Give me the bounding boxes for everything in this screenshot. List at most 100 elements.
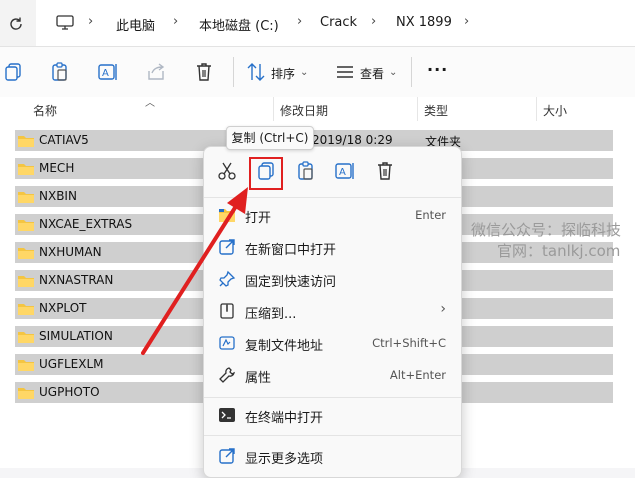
column-size[interactable]: 大小	[543, 102, 567, 119]
menu-item-label: 在新窗口中打开	[245, 243, 337, 258]
column-date[interactable]: 修改日期	[280, 102, 328, 119]
menu-item-shortcut: Ctrl+Shift+C	[372, 336, 446, 350]
file-date: 2019/18 0:29	[312, 133, 393, 147]
file-name: NXNASTRAN	[39, 273, 114, 287]
address-bar: › 此电脑 › 本地磁盘 (C:) › Crack › NX 1899 ›	[0, 0, 635, 46]
wrench-icon	[219, 367, 235, 383]
menu-item-label: 显示更多选项	[245, 452, 324, 467]
menu-item-compress[interactable]: 压缩到... ›	[210, 296, 454, 326]
menu-separator	[204, 197, 461, 198]
column-name[interactable]: 名称	[33, 102, 57, 119]
folder-icon	[18, 360, 34, 371]
watermark-website: 官网：tanlkj.com	[497, 242, 621, 260]
column-type[interactable]: 类型	[424, 102, 448, 119]
cut-icon[interactable]	[216, 160, 238, 182]
more-options-icon	[219, 448, 235, 464]
zip-icon	[220, 303, 234, 319]
svg-text:A: A	[102, 68, 109, 79]
menu-item-open-new-window[interactable]: 在新窗口中打开	[210, 232, 454, 262]
column-header: 名称 ︿ 修改日期 类型 大小	[0, 97, 635, 121]
chevron-down-icon[interactable]: ⌄	[389, 67, 397, 78]
folder-icon	[18, 164, 34, 175]
menu-item-shortcut: Alt+Enter	[389, 368, 446, 382]
breadcrumb-this-pc[interactable]: 此电脑	[116, 15, 155, 34]
menu-item-label: 复制文件地址	[245, 339, 324, 354]
copy-path-icon	[219, 336, 235, 350]
menu-item-shortcut: Enter	[415, 208, 446, 222]
rename-icon[interactable]: A	[334, 160, 356, 182]
rename-icon[interactable]: A	[97, 61, 119, 83]
folder-icon	[18, 388, 34, 399]
sort-button[interactable]: 排序	[271, 65, 295, 82]
breadcrumb-nx1899[interactable]: NX 1899	[396, 15, 452, 30]
file-name: UGFLEXLM	[39, 357, 104, 371]
menu-item-properties[interactable]: 属性 Alt+Enter	[210, 360, 454, 390]
folder-icon	[18, 332, 34, 343]
view-icon[interactable]	[334, 61, 356, 83]
column-divider[interactable]	[417, 97, 418, 121]
view-button[interactable]: 查看	[360, 65, 384, 82]
breadcrumb-separator[interactable]: ›	[371, 14, 376, 29]
copy-highlight-box	[249, 157, 283, 190]
file-name: SIMULATION	[39, 329, 113, 343]
context-menu: A 打开 Enter 在新窗口中打开 固定到快速访问 压缩到... › 复制文件…	[203, 146, 462, 478]
paste-icon[interactable]	[295, 160, 317, 182]
breadcrumb-separator[interactable]: ›	[173, 14, 178, 29]
column-divider[interactable]	[536, 97, 537, 121]
toolbar-divider	[233, 57, 234, 87]
folder-icon	[18, 220, 34, 231]
folder-icon	[18, 192, 34, 203]
delete-icon[interactable]	[374, 160, 396, 182]
file-name: CATIAV5	[39, 133, 89, 147]
copy-tooltip: 复制 (Ctrl+C)	[226, 126, 314, 150]
file-name: NXHUMAN	[39, 245, 102, 259]
menu-item-pin-quick-access[interactable]: 固定到快速访问	[210, 264, 454, 294]
menu-item-show-more-options[interactable]: 显示更多选项	[210, 441, 454, 471]
folder-icon	[18, 304, 34, 315]
breadcrumb-crack[interactable]: Crack	[320, 15, 357, 30]
menu-item-open[interactable]: 打开 Enter	[210, 200, 454, 230]
menu-item-label: 打开	[245, 211, 272, 226]
file-name: NXPLOT	[39, 301, 87, 315]
column-divider[interactable]	[273, 97, 274, 121]
pin-icon	[219, 270, 236, 287]
folder-icon	[18, 248, 34, 259]
folder-icon	[18, 136, 34, 147]
breadcrumb-separator[interactable]: ›	[464, 14, 469, 29]
menu-separator	[204, 397, 461, 398]
paste-icon[interactable]	[49, 61, 71, 83]
sort-icon[interactable]	[245, 61, 267, 83]
watermark-wechat: 微信公众号：探临科技	[471, 221, 622, 239]
breadcrumb[interactable]: › 此电脑 › 本地磁盘 (C:) › Crack › NX 1899 ›	[36, 0, 635, 46]
folder-open-icon	[219, 209, 235, 222]
share-icon[interactable]	[145, 61, 167, 83]
terminal-icon	[219, 408, 235, 422]
chevron-right-icon: ›	[440, 301, 446, 317]
svg-text:A: A	[339, 167, 346, 178]
file-name: NXCAE_EXTRAS	[39, 217, 133, 231]
menu-item-open-terminal[interactable]: 在终端中打开	[210, 400, 454, 430]
menu-item-label: 压缩到...	[245, 307, 297, 322]
file-name: MECH	[39, 161, 75, 175]
breadcrumb-local-disk[interactable]: 本地磁盘 (C:)	[199, 15, 279, 34]
file-name: UGPHOTO	[39, 385, 100, 399]
folder-icon	[18, 276, 34, 287]
menu-item-label: 属性	[245, 371, 272, 386]
toolbar-divider	[411, 57, 412, 87]
menu-item-copy-path[interactable]: 复制文件地址 Ctrl+Shift+C	[210, 328, 454, 358]
chevron-down-icon[interactable]: ⌄	[300, 67, 308, 78]
menu-item-label: 固定到快速访问	[245, 275, 337, 290]
command-bar: A 排序 ⌄ 查看 ⌄ ···	[0, 46, 635, 98]
breadcrumb-separator[interactable]: ›	[88, 14, 93, 29]
file-name: NXBIN	[39, 189, 77, 203]
computer-icon	[56, 15, 74, 30]
more-options-button[interactable]: ···	[427, 60, 448, 79]
breadcrumb-separator[interactable]: ›	[297, 14, 302, 29]
copy-icon[interactable]	[2, 61, 24, 83]
new-window-icon	[219, 239, 235, 255]
delete-icon[interactable]	[193, 61, 215, 83]
menu-item-label: 在终端中打开	[245, 411, 324, 426]
refresh-icon[interactable]	[8, 16, 24, 32]
sort-ascending-icon: ︿	[145, 98, 155, 109]
menu-separator	[204, 435, 461, 436]
